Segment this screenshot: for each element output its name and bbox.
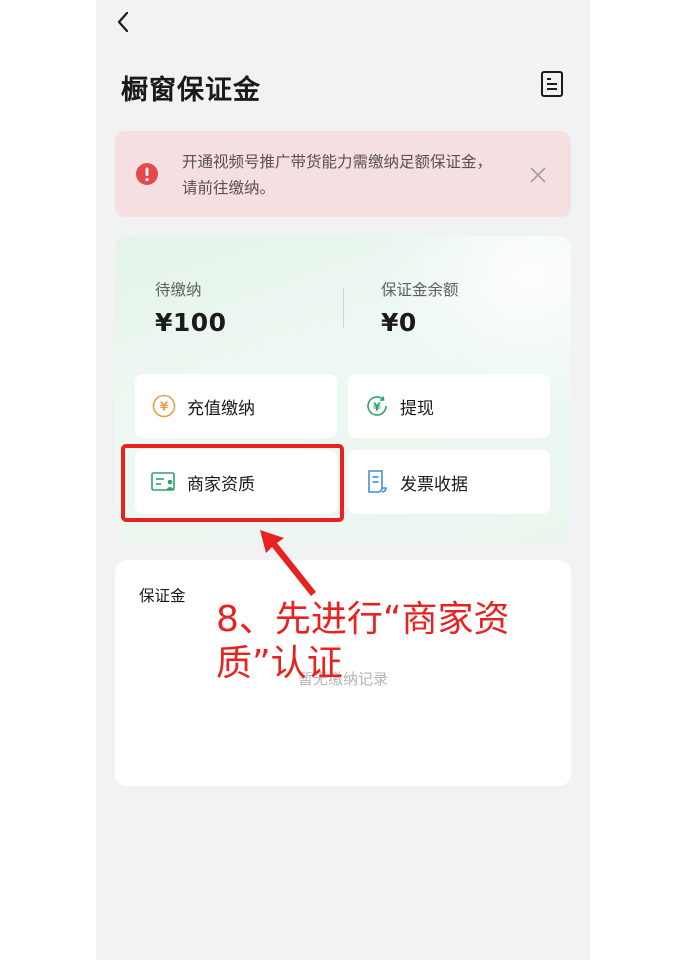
- pending-label: 待缴纳: [155, 281, 202, 299]
- balance-stat: 保证金余额 ¥0: [381, 278, 459, 337]
- invoice-receipt-button[interactable]: 发票收据: [348, 450, 550, 514]
- annotation-text: 8、先进行“商家资质”认证: [216, 599, 510, 684]
- svg-text:¥: ¥: [160, 400, 169, 414]
- close-icon[interactable]: [528, 165, 548, 185]
- document-list-icon: [541, 71, 563, 97]
- page-title: 橱窗保证金: [121, 75, 261, 106]
- invoice-receipt-label: 发票收据: [400, 474, 468, 495]
- yen-refresh-icon: ¥: [364, 393, 390, 419]
- stat-divider: [343, 288, 344, 328]
- back-button[interactable]: [110, 8, 136, 36]
- deposit-alert-banner: 开通视频号推广带货能力需缴纳足额保证金，请前往缴纳。: [115, 131, 571, 217]
- yen-coin-icon: ¥: [151, 393, 177, 419]
- withdraw-label: 提现: [400, 398, 434, 419]
- exclamation-circle-icon: [136, 163, 158, 185]
- alert-message: 开通视频号推广带货能力需缴纳足额保证金，请前往缴纳。: [182, 153, 493, 197]
- chevron-left-icon: [117, 11, 129, 33]
- receipt-icon: [364, 469, 390, 495]
- svg-text:¥: ¥: [373, 401, 381, 414]
- balance-value: ¥0: [381, 308, 417, 337]
- balance-label: 保证金余额: [381, 281, 459, 299]
- withdraw-button[interactable]: ¥ 提现: [348, 374, 550, 438]
- recharge-button[interactable]: ¥ 充值缴纳: [135, 374, 337, 438]
- pending-value: ¥100: [155, 308, 227, 337]
- deposit-section-title: 保证金: [139, 587, 186, 605]
- annotation-arrow-icon: [260, 530, 316, 596]
- recharge-label: 充值缴纳: [187, 398, 255, 419]
- pending-stat: 待缴纳 ¥100: [155, 278, 227, 337]
- records-button[interactable]: [540, 70, 566, 100]
- highlight-box: [121, 444, 344, 522]
